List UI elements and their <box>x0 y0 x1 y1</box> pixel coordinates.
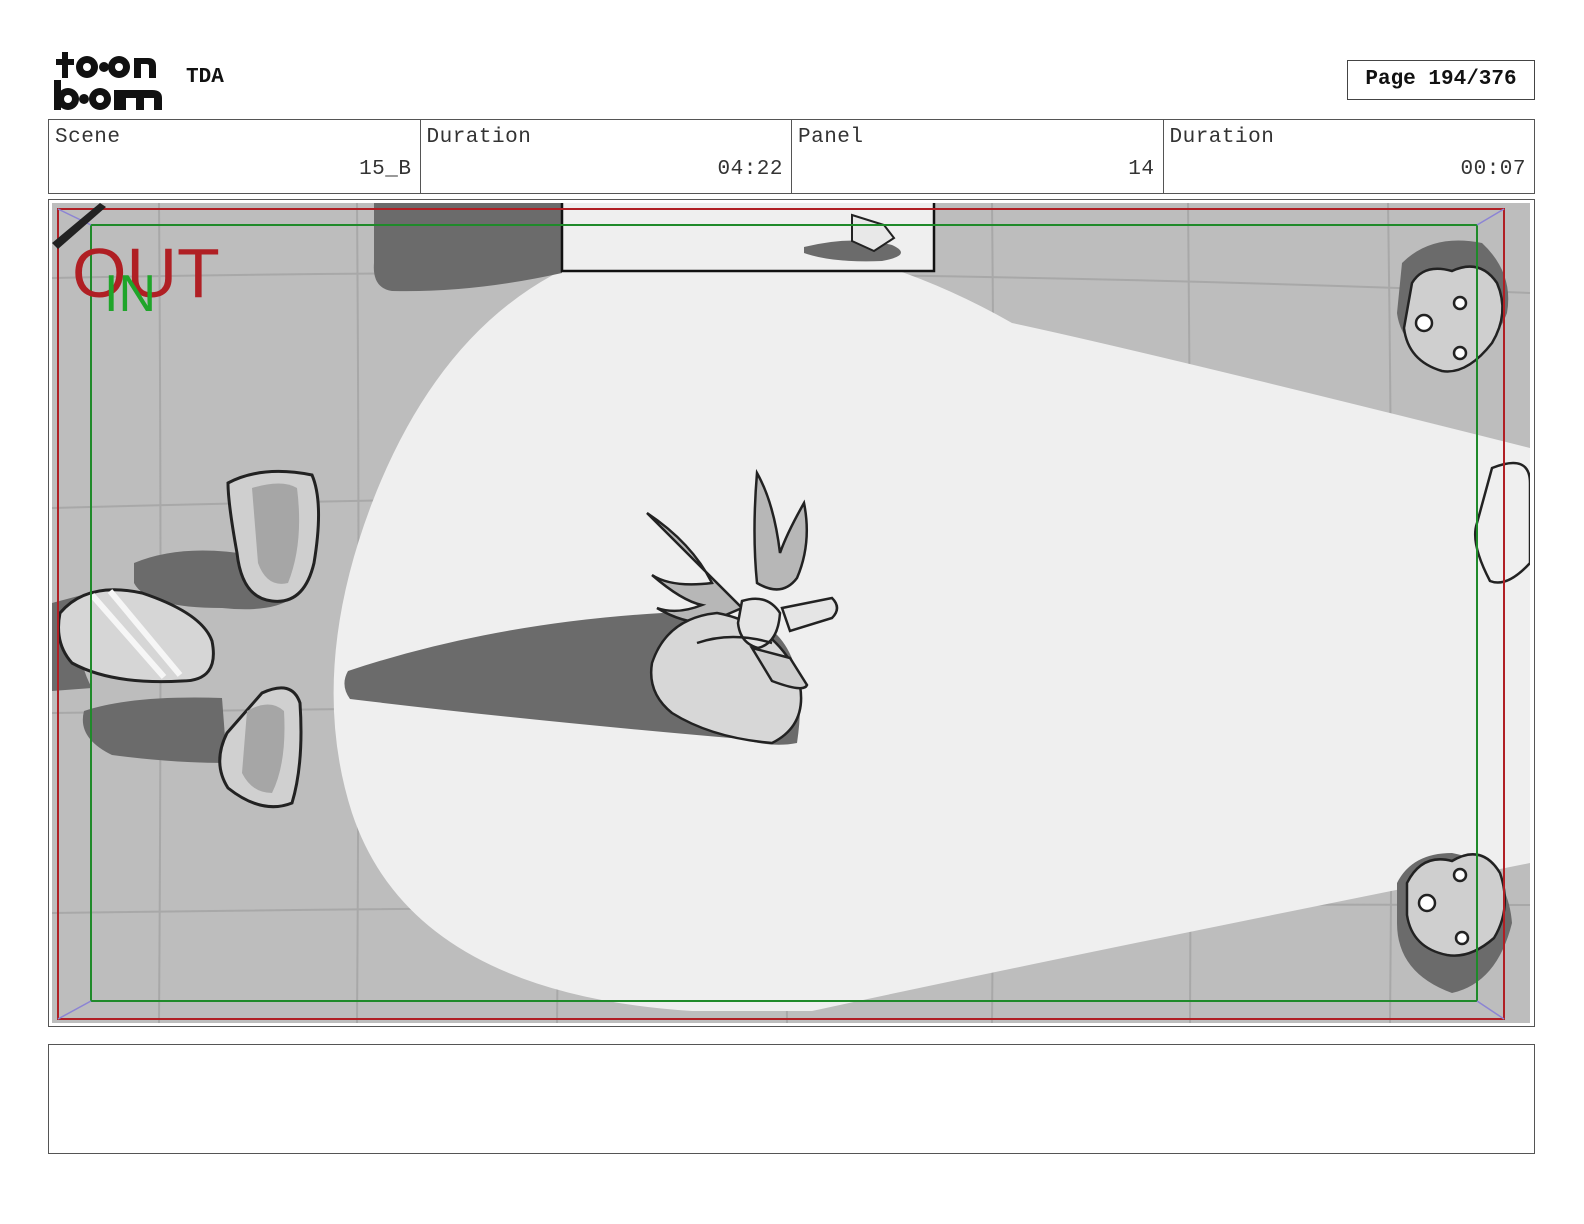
panel-value: 14 <box>1128 158 1155 181</box>
scene-cell: Scene 15_B <box>49 120 421 193</box>
storyboard-panel: OUT IN <box>48 199 1535 1027</box>
panel-drawing: OUT IN <box>52 203 1530 1023</box>
in-label: IN <box>104 265 156 323</box>
scene-duration-label: Duration <box>426 126 532 149</box>
project-title: TDA <box>186 66 224 89</box>
panel-label: Panel <box>798 126 864 149</box>
storyboard-info-table: Scene 15_B Duration 04:22 Panel 14 Durat… <box>48 119 1535 194</box>
scene-duration-cell: Duration 04:22 <box>421 120 792 193</box>
scene-label: Scene <box>55 126 121 149</box>
panel-duration-label: Duration <box>1169 126 1275 149</box>
scene-duration-value: 04:22 <box>717 158 783 181</box>
scene-value: 15_B <box>359 158 412 181</box>
toon-boom-logo <box>54 52 162 110</box>
panel-notes <box>48 1044 1535 1154</box>
panel-duration-value: 00:07 <box>1460 158 1526 181</box>
panel-cell: Panel 14 <box>792 120 1164 193</box>
page-indicator: Page 194/376 <box>1347 60 1535 100</box>
panel-duration-cell: Duration 00:07 <box>1164 120 1535 193</box>
